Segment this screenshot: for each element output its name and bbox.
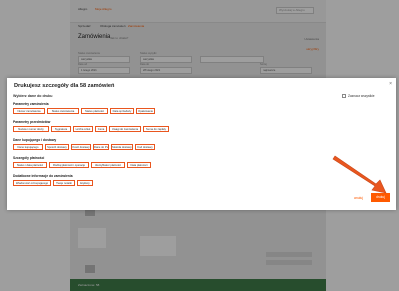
option-chip[interactable]: Twoje notatki — [53, 180, 75, 186]
option-chip[interactable]: Data sprzedaży — [110, 108, 134, 114]
section-title: Parametry zamówienia — [13, 102, 49, 106]
close-icon[interactable]: × — [389, 81, 392, 87]
section-heading: Wybierz dane do druku — [13, 94, 53, 98]
option-chip[interactable]: Dane do FV — [93, 144, 109, 150]
option-chip[interactable]: Cena — [95, 126, 107, 132]
section-title: Dodatkowe informacje do zamówienia — [13, 174, 73, 178]
option-chip[interactable]: Nazwa i numer oferty — [13, 126, 49, 132]
modal-title: Drukujesz szczegóły dla 58 zamówień — [14, 83, 115, 89]
section-title: Dane kupującego i dostawy — [13, 138, 57, 142]
section-title: Szczegóły płatności — [13, 156, 45, 160]
option-chip[interactable]: Liczba sztuk — [73, 126, 93, 132]
option-chip[interactable]: Sygnatura — [51, 126, 71, 132]
option-chip[interactable]: Sposób dostawy — [45, 144, 69, 150]
option-chip[interactable]: Koszt dostawy — [71, 144, 91, 150]
option-chip[interactable]: Wiadomość od kupującego — [13, 180, 51, 186]
option-chip[interactable]: Kod dostawy — [135, 144, 155, 150]
option-chip[interactable]: Dane kupującego — [13, 144, 43, 150]
option-chip[interactable]: Uwagi do zamówienia — [109, 126, 141, 132]
option-chip[interactable]: Status zamówienia — [47, 108, 79, 114]
option-chip[interactable]: Data płatności — [127, 162, 151, 168]
section-title: Parametry przedmiotów — [13, 120, 51, 124]
checkbox-icon[interactable] — [342, 94, 346, 98]
option-chip[interactable]: Suma do zapłaty — [143, 126, 169, 132]
option-chip[interactable]: Opakowanie — [136, 108, 155, 114]
check-all-checkbox[interactable]: Zaznacz wszystkie — [342, 94, 375, 98]
option-chip[interactable]: Numer zamówienia — [13, 108, 45, 114]
option-chip[interactable]: Status i data płatności — [13, 162, 47, 168]
option-chip[interactable]: Rodzaj płatności i operacje — [49, 162, 89, 168]
option-chip[interactable]: Identyfikator płatności — [91, 162, 125, 168]
cancel-button[interactable]: anuluj — [354, 196, 363, 200]
check-all-label: Zaznacz wszystkie — [348, 94, 375, 98]
pointer-arrow-icon — [332, 155, 387, 194]
option-chip[interactable]: Metoda dostawy — [111, 144, 133, 150]
option-chip[interactable]: Etykiety — [77, 180, 93, 186]
option-chip[interactable]: Status płatności — [81, 108, 108, 114]
